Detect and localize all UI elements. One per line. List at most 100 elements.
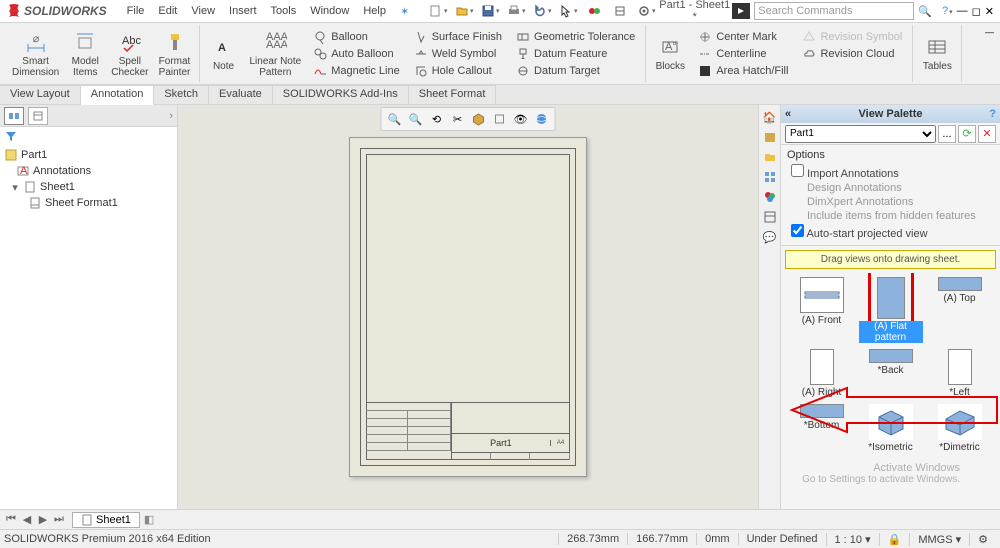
sheet-prev-icon[interactable]: ◀	[20, 513, 34, 527]
view-dimetric[interactable]: *Dimetric	[928, 404, 992, 453]
tree-collapse-icon[interactable]: ▾	[10, 181, 20, 194]
drawing-sheet[interactable]: Part1 A4	[349, 137, 587, 477]
tab-annotation[interactable]: Annotation	[81, 85, 155, 105]
select-button[interactable]	[557, 1, 579, 21]
menu-edit[interactable]: Edit	[152, 3, 183, 20]
view-top[interactable]: (A) Top	[928, 277, 992, 343]
file-explorer-icon[interactable]	[761, 148, 779, 166]
status-gear-icon[interactable]: ⚙	[969, 533, 996, 546]
menu-insert[interactable]: Insert	[223, 3, 263, 20]
note-button[interactable]: ANote	[204, 25, 244, 82]
geometric-tolerance-button[interactable]: Geometric Tolerance	[514, 29, 637, 45]
centerline-button[interactable]: Centerline	[696, 46, 790, 62]
tab-sheet-format[interactable]: Sheet Format	[409, 85, 497, 104]
menu-help[interactable]: Help	[357, 3, 392, 20]
view-front[interactable]: (A) Front	[790, 277, 854, 343]
tab-sketch[interactable]: Sketch	[154, 85, 209, 104]
tree-tab-property-icon[interactable]	[28, 107, 48, 125]
home-icon[interactable]: 🏠	[761, 108, 779, 126]
doc-minimize-button[interactable]: —	[985, 27, 994, 37]
palette-collapse-icon[interactable]: «	[785, 108, 791, 120]
sheet-first-icon[interactable]: ⏮	[4, 513, 18, 527]
print-button[interactable]	[505, 1, 527, 21]
scene-icon[interactable]	[533, 110, 551, 128]
sheet-next-icon[interactable]: ▶	[36, 513, 50, 527]
view-left[interactable]: *Left	[928, 349, 992, 398]
zoom-fit-icon[interactable]: 🔍	[386, 110, 404, 128]
help-icon[interactable]: ?	[942, 5, 953, 17]
datum-target-button[interactable]: Datum Target	[514, 63, 637, 79]
view-palette-icon[interactable]	[761, 168, 779, 186]
menu-file[interactable]: File	[121, 3, 151, 20]
display-style-icon[interactable]	[491, 110, 509, 128]
spell-checker-button[interactable]: AbcSpell Checker	[107, 25, 152, 82]
sheet-tab-sheet1[interactable]: Sheet1	[72, 512, 140, 528]
status-scale[interactable]: 1 : 10 ▾	[826, 533, 879, 546]
balloon-button[interactable]: Balloon	[311, 29, 402, 45]
tree-sheet-format1[interactable]: Sheet Format1	[4, 195, 173, 211]
drawing-canvas[interactable]: 🔍 🔍 ⟲ ✂ 👁	[178, 105, 758, 509]
open-button[interactable]	[453, 1, 475, 21]
palette-part-select[interactable]: Part1	[785, 125, 936, 143]
search-commands-input[interactable]: Search Commands	[754, 2, 914, 20]
opt-autostart[interactable]: Auto-start projected view	[787, 223, 994, 241]
menu-view[interactable]: View	[185, 3, 221, 20]
hole-callout-button[interactable]: Hole Callout	[412, 63, 504, 79]
tree-tab-feature-icon[interactable]	[4, 107, 24, 125]
palette-help-icon[interactable]: ?	[989, 108, 996, 120]
view-bottom[interactable]: *Bottom	[790, 404, 854, 453]
blocks-button[interactable]: A°Blocks	[650, 25, 690, 82]
view-right[interactable]: (A) Right	[790, 349, 854, 398]
options-button[interactable]	[635, 1, 657, 21]
search-launch-icon[interactable]	[732, 3, 750, 19]
magnetic-line-button[interactable]: Magnetic Line	[311, 63, 402, 79]
auto-balloon-button[interactable]: Auto Balloon	[311, 46, 402, 62]
palette-browse-button[interactable]: ...	[938, 125, 956, 143]
view-isometric[interactable]: *Isometric	[859, 404, 923, 453]
tree-sheet1[interactable]: ▾ Sheet1	[4, 179, 173, 195]
revision-cloud-button[interactable]: Revision Cloud	[800, 46, 904, 62]
revision-symbol-button[interactable]: Revision Symbol	[800, 29, 904, 45]
menu-pin-icon[interactable]: ✶	[394, 3, 415, 20]
custom-props-icon[interactable]	[761, 208, 779, 226]
search-icon[interactable]: 🔍	[918, 5, 932, 18]
view-orient-icon[interactable]	[470, 110, 488, 128]
status-units[interactable]: MMGS ▾	[909, 533, 969, 546]
tree-root[interactable]: Part1	[4, 147, 173, 163]
tree-expand-icon[interactable]: ›	[169, 110, 173, 122]
surface-finish-button[interactable]: Surface Finish	[412, 29, 504, 45]
palette-close-button[interactable]: ✕	[978, 125, 996, 143]
menu-window[interactable]: Window	[304, 3, 355, 20]
weld-symbol-button[interactable]: Weld Symbol	[412, 46, 504, 62]
tab-evaluate[interactable]: Evaluate	[209, 85, 273, 104]
close-button[interactable]: ✕	[985, 5, 994, 18]
tree-annotations[interactable]: A Annotations	[4, 163, 173, 179]
menu-tools[interactable]: Tools	[265, 3, 303, 20]
minimize-button[interactable]: —	[957, 5, 968, 17]
palette-refresh-button[interactable]: ⟳	[958, 125, 976, 143]
format-painter-button[interactable]: Format Painter	[155, 25, 195, 82]
zoom-prev-icon[interactable]: ⟲	[428, 110, 446, 128]
tables-button[interactable]: Tables	[917, 25, 957, 82]
filter-icon[interactable]	[4, 129, 18, 143]
appearances-icon[interactable]	[761, 188, 779, 206]
tab-view-layout[interactable]: View Layout	[0, 85, 81, 104]
add-sheet-icon[interactable]: ◧	[144, 513, 154, 526]
undo-button[interactable]	[531, 1, 553, 21]
opt-import-annotations[interactable]: Import Annotations	[787, 163, 994, 181]
model-items-button[interactable]: Model Items	[65, 25, 105, 82]
tab-addins[interactable]: SOLIDWORKS Add-Ins	[273, 85, 409, 104]
restore-button[interactable]: ◻	[972, 5, 981, 18]
linear-note-pattern-button[interactable]: AAAAAALinear Note Pattern	[246, 25, 306, 82]
traffic-light-icon[interactable]	[583, 1, 605, 21]
save-button[interactable]	[479, 1, 501, 21]
rebuild-button[interactable]	[609, 1, 631, 21]
hide-show-icon[interactable]: 👁	[512, 110, 530, 128]
sheet-last-icon[interactable]: ⏭	[52, 513, 66, 527]
view-back[interactable]: *Back	[859, 349, 923, 398]
smart-dimension-button[interactable]: ⌀Smart Dimension	[8, 25, 63, 82]
center-mark-button[interactable]: Center Mark	[696, 29, 790, 45]
design-library-icon[interactable]	[761, 128, 779, 146]
forum-icon[interactable]: 💬	[761, 228, 779, 246]
status-lock-icon[interactable]: 🔒	[879, 533, 910, 546]
